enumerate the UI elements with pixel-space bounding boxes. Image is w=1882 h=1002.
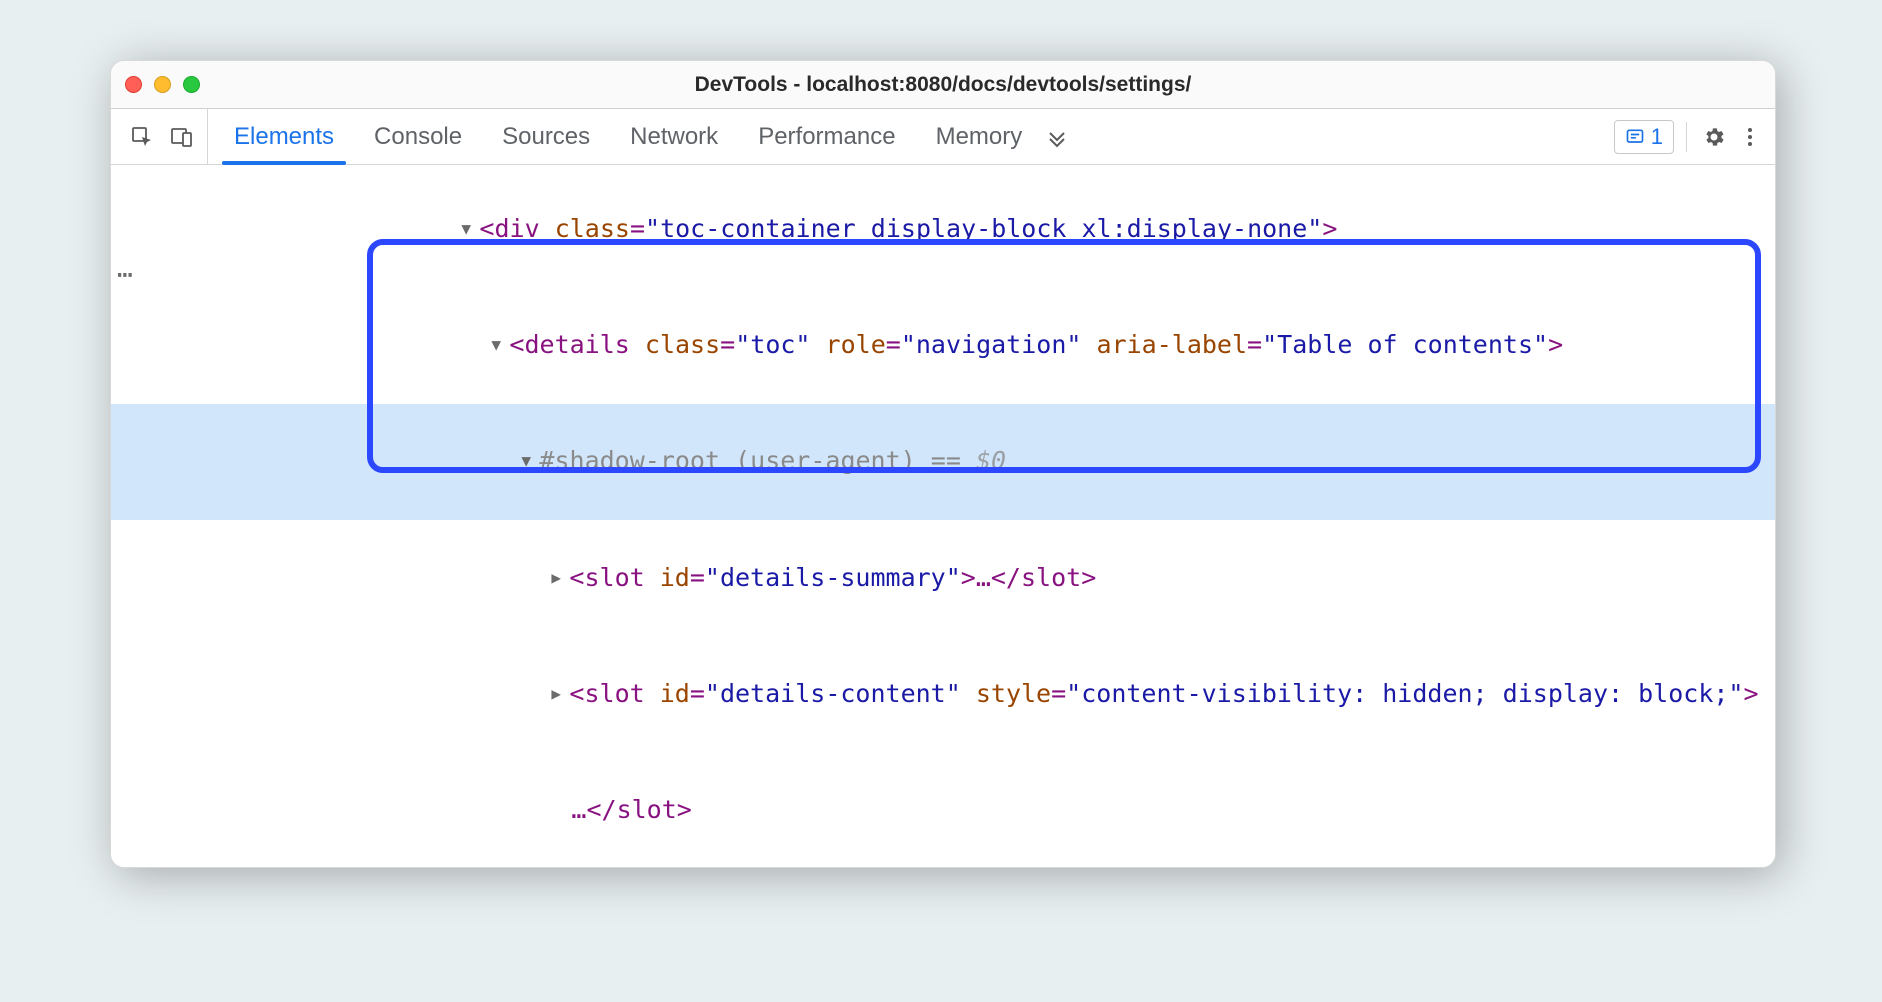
dom-node-details-toc[interactable]: <details class="toc" role="navigation" a… — [111, 287, 1775, 403]
more-tabs-icon[interactable] — [1042, 122, 1072, 152]
dom-tree[interactable]: ⋯ <div class="toc-container display-bloc… — [111, 165, 1775, 868]
dom-gutter: ⋯ — [111, 165, 145, 868]
dom-node-slot-details-summary[interactable]: <slot id="details-summary">…</slot> — [111, 520, 1775, 636]
dom-node-div-toc-container[interactable]: <div class="toc-container display-block … — [111, 171, 1775, 287]
main-toolbar: Elements Console Sources Network Perform… — [111, 109, 1775, 165]
tab-console[interactable]: Console — [354, 109, 482, 164]
tab-sources[interactable]: Sources — [482, 109, 610, 164]
dom-node-slot-details-content-close[interactable]: …</slot> — [111, 752, 1775, 868]
window: DevTools - localhost:8080/docs/devtools/… — [110, 60, 1776, 868]
dom-node-slot-details-content[interactable]: <slot id="details-content" style="conten… — [111, 636, 1775, 752]
dom-node-shadow-root[interactable]: #shadow-root (user-agent) == $0 — [111, 404, 1775, 520]
issues-count: 1 — [1651, 124, 1663, 150]
close-window-button[interactable] — [125, 76, 142, 93]
window-controls — [125, 76, 200, 93]
settings-gear-icon[interactable] — [1699, 122, 1729, 152]
window-title: DevTools - localhost:8080/docs/devtools/… — [111, 73, 1775, 97]
inspect-element-icon[interactable] — [127, 122, 157, 152]
zoom-window-button[interactable] — [183, 76, 200, 93]
gutter-overflow-icon: ⋯ — [117, 255, 135, 295]
kebab-menu-icon[interactable] — [1735, 122, 1765, 152]
tab-memory[interactable]: Memory — [916, 109, 1043, 164]
issues-button[interactable]: 1 — [1614, 120, 1674, 154]
titlebar: DevTools - localhost:8080/docs/devtools/… — [111, 61, 1775, 109]
tab-elements[interactable]: Elements — [214, 109, 354, 164]
device-toolbar-icon[interactable] — [167, 122, 197, 152]
tab-performance[interactable]: Performance — [738, 109, 915, 164]
minimize-window-button[interactable] — [154, 76, 171, 93]
tab-network[interactable]: Network — [610, 109, 738, 164]
